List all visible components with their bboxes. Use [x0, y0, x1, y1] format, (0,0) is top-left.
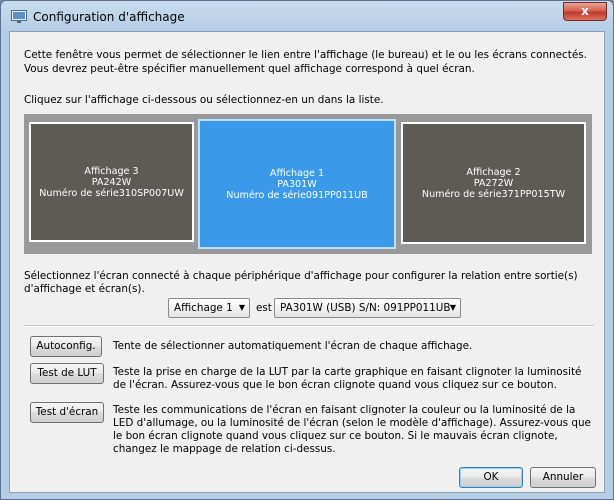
display-name: Affichage 1: [269, 167, 325, 179]
display-select[interactable]: Affichage 1 ▼: [168, 298, 250, 318]
display-serial: Numéro de série371PP015TW: [421, 188, 566, 200]
display-serial: Numéro de série310SP007UW: [39, 187, 184, 199]
display-model: PA242W: [91, 176, 132, 188]
lut-test-button[interactable]: Test de LUT: [30, 363, 104, 384]
display-name: Affichage 2: [466, 166, 521, 178]
lut-test-description: Teste la prise en charge de la LUT par l…: [113, 366, 582, 391]
est-label: est: [256, 302, 272, 314]
dialog-body: Cette fenêtre vous permet de sélectionne…: [9, 31, 605, 493]
screen-test-button[interactable]: Test d'écran: [30, 402, 104, 423]
monitor-select[interactable]: PA301W (USB) S/N: 091PP011UB ▼: [274, 298, 461, 318]
autoconfig-description: Tente de sélectionner automatiquement l'…: [113, 340, 473, 352]
display-select-value: Affichage 1: [174, 302, 233, 314]
monitor-select-value: PA301W (USB) S/N: 091PP011UB: [280, 302, 451, 314]
intro-text: Cette fenêtre vous permet de sélectionne…: [24, 49, 587, 75]
display-model: PA301W: [277, 178, 317, 190]
display-layout: Affichage 3 PA242W Numéro de série310SP0…: [24, 114, 592, 254]
dropdown-arrow-icon: ▼: [238, 303, 245, 312]
dropdown-arrow-icon: ▼: [449, 303, 456, 312]
window-title: Configuration d'affichage: [33, 10, 185, 24]
instruction-text: Cliquez sur l'affichage ci-dessous ou sé…: [24, 94, 384, 106]
screen-test-description: Teste les communications de l'écran en f…: [113, 404, 591, 455]
cancel-button[interactable]: Annuler: [530, 467, 596, 488]
close-icon: x: [581, 4, 589, 18]
mapping-instruction: Sélectionnez l'écran connecté à chaque p…: [24, 270, 578, 295]
display-model: PA272W: [473, 177, 514, 189]
ok-button[interactable]: OK: [459, 467, 523, 488]
close-button[interactable]: x: [563, 2, 607, 21]
autoconfig-button[interactable]: Autoconfig.: [30, 336, 102, 357]
display-tile-1[interactable]: Affichage 1 PA301W Numéro de série091PP0…: [198, 119, 396, 249]
display-tile-3[interactable]: Affichage 3 PA242W Numéro de série310SP0…: [29, 122, 194, 242]
display-serial: Numéro de série091PP011UB: [226, 189, 368, 201]
display-name: Affichage 3: [84, 165, 139, 177]
monitor-icon: [11, 10, 27, 23]
configuration-window: Configuration d'affichage x Cette fenêtr…: [0, 0, 614, 500]
display-tile-2[interactable]: Affichage 2 PA272W Numéro de série371PP0…: [401, 122, 586, 244]
title-bar[interactable]: Configuration d'affichage x: [1, 1, 613, 31]
separator: [24, 325, 594, 327]
